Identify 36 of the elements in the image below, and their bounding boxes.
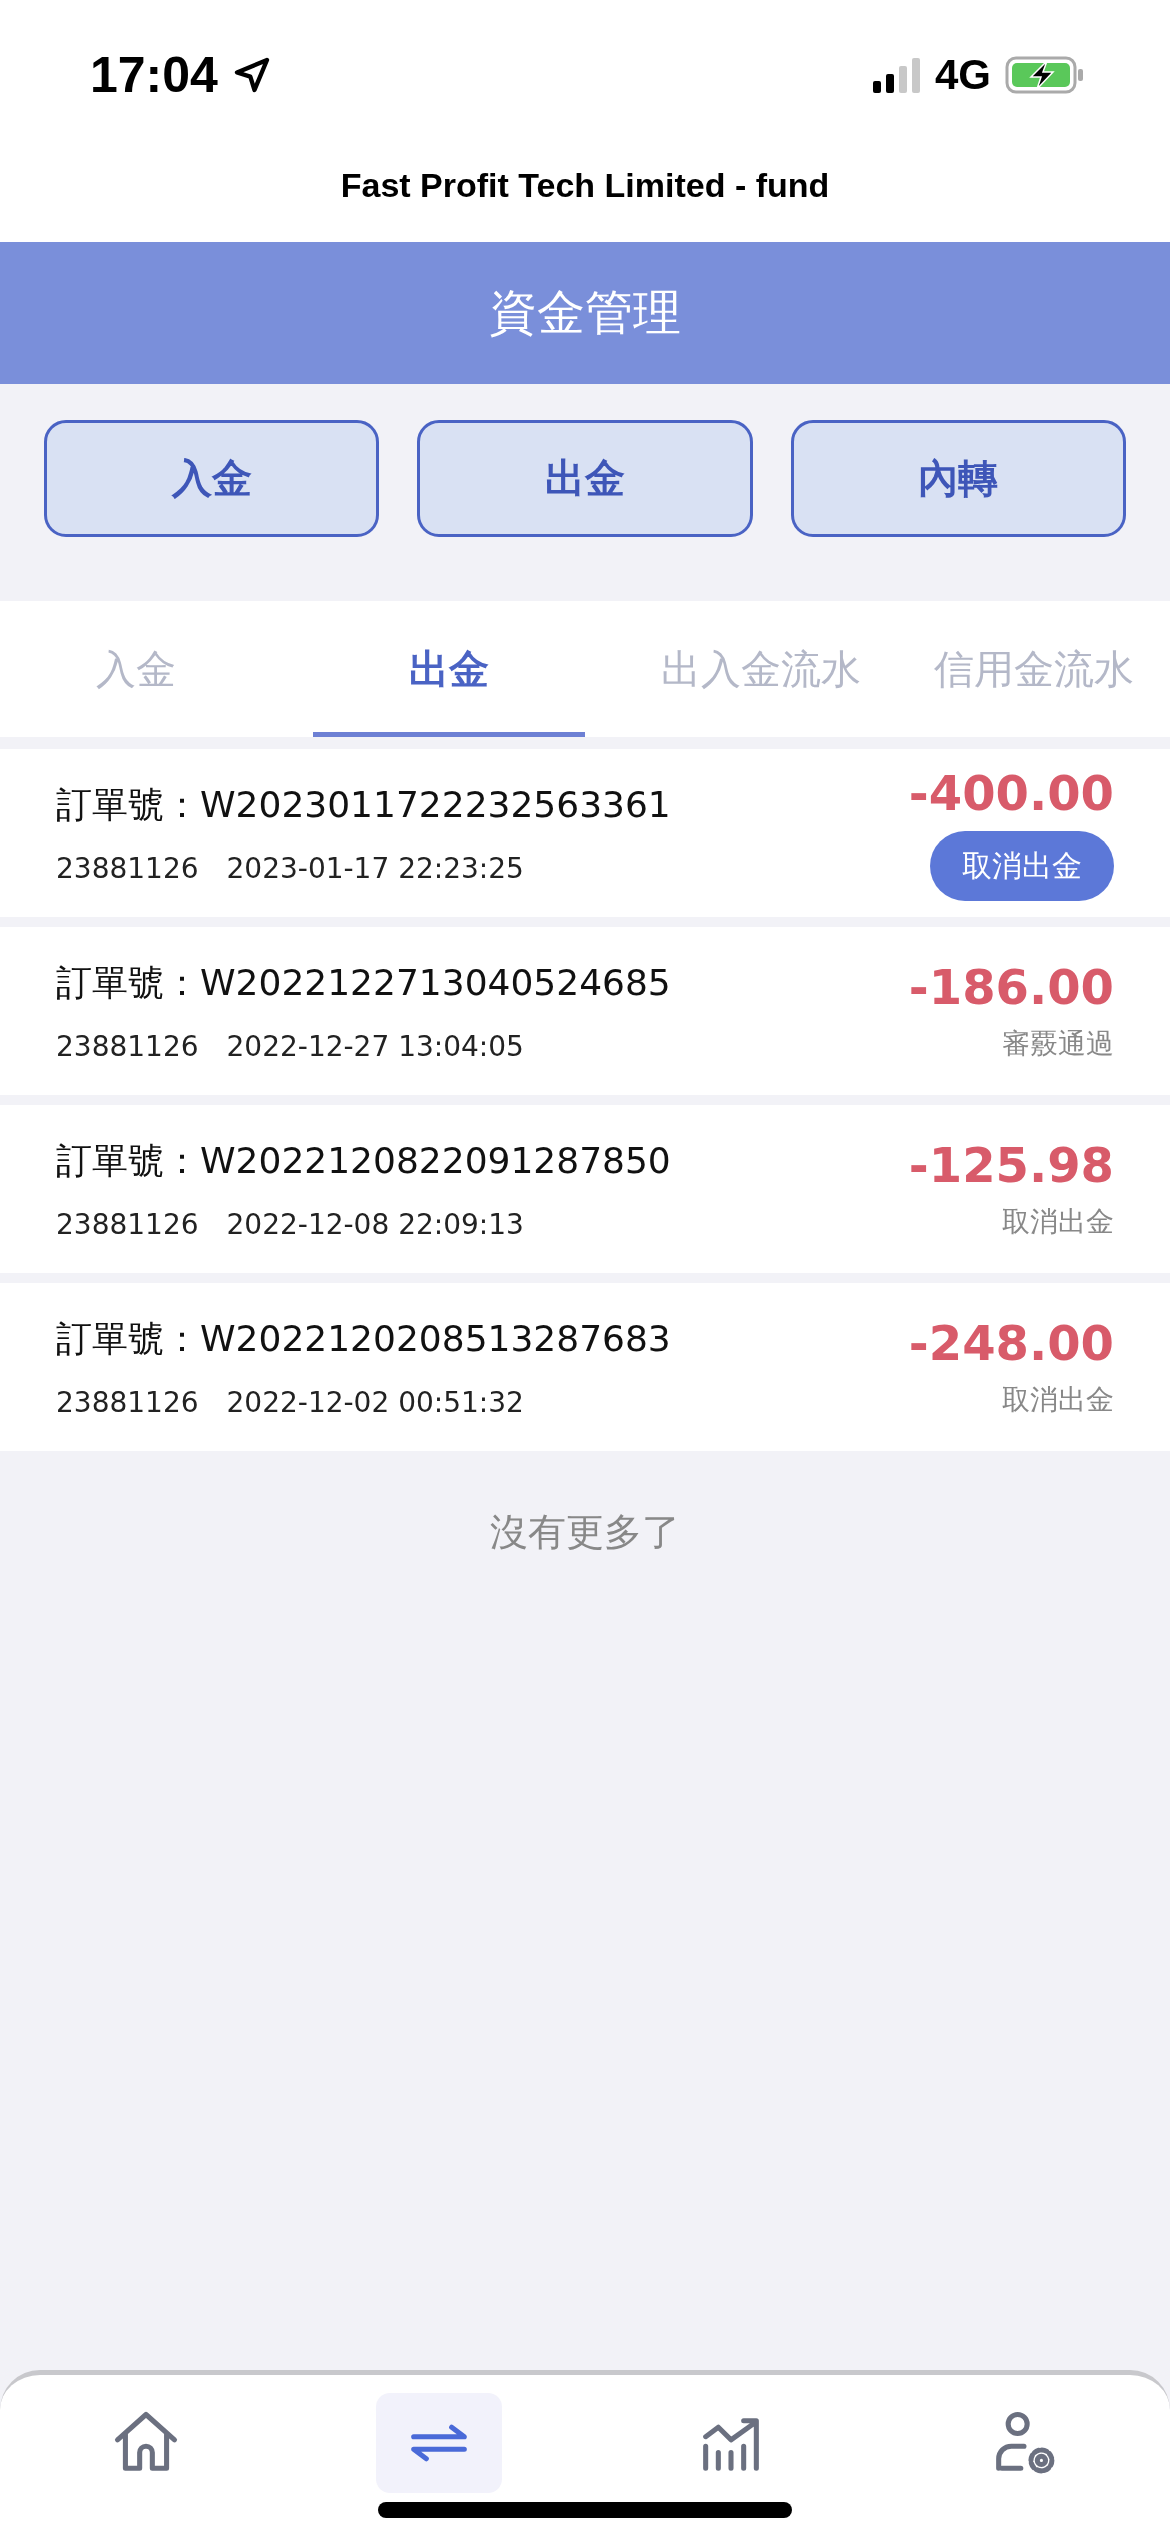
- cancel-withdrawal-button[interactable]: 取消出金: [930, 831, 1114, 901]
- amount: -125.98: [908, 1137, 1114, 1193]
- app-title: Fast Profit Tech Limited - fund: [0, 150, 1170, 242]
- order-label: 訂單號：: [56, 1140, 200, 1181]
- record-time: 2023-01-17 22:23:25: [226, 852, 524, 885]
- signal-icon: [870, 57, 921, 93]
- account-number: 23881126: [56, 1386, 199, 1419]
- account-number: 23881126: [56, 1030, 199, 1063]
- order-number: W2022122713040524685: [200, 962, 671, 1003]
- amount: -186.00: [908, 959, 1114, 1015]
- tab[interactable]: 出金: [312, 601, 585, 737]
- battery-charging-icon: [1005, 55, 1085, 95]
- order-label: 訂單號：: [56, 784, 200, 825]
- status-text: 審覈通過: [1002, 1026, 1114, 1062]
- page-title: 資金管理: [489, 283, 681, 342]
- action-button[interactable]: 入金: [44, 420, 380, 537]
- order-number: W2022120208513287683: [200, 1318, 671, 1359]
- amount: -400.00: [908, 765, 1114, 821]
- amount: -248.00: [908, 1315, 1114, 1371]
- order-number: W2022120822091287850: [200, 1140, 671, 1181]
- nav-tab[interactable]: [375, 2393, 502, 2493]
- record-time: 2022-12-02 00:51:32: [226, 1386, 524, 1419]
- action-button[interactable]: 內轉: [790, 420, 1126, 537]
- account-number: 23881126: [56, 1208, 199, 1241]
- account-number: 23881126: [56, 852, 199, 885]
- list-end-text: 沒有更多了: [489, 1509, 681, 1556]
- action-button[interactable]: 出金: [417, 420, 753, 537]
- status-text: 取消出金: [1002, 1382, 1114, 1418]
- order-label: 訂單號：: [56, 1318, 200, 1359]
- status-time: 17:04: [90, 46, 218, 104]
- order-label: 訂單號：: [56, 962, 200, 1003]
- record-time: 2022-12-27 13:04:05: [226, 1030, 524, 1063]
- network-label: 4G: [934, 51, 991, 99]
- status-text: 取消出金: [1002, 1204, 1114, 1240]
- record-time: 2022-12-08 22:09:13: [226, 1208, 524, 1241]
- order-number: W2023011722232563361: [200, 784, 671, 825]
